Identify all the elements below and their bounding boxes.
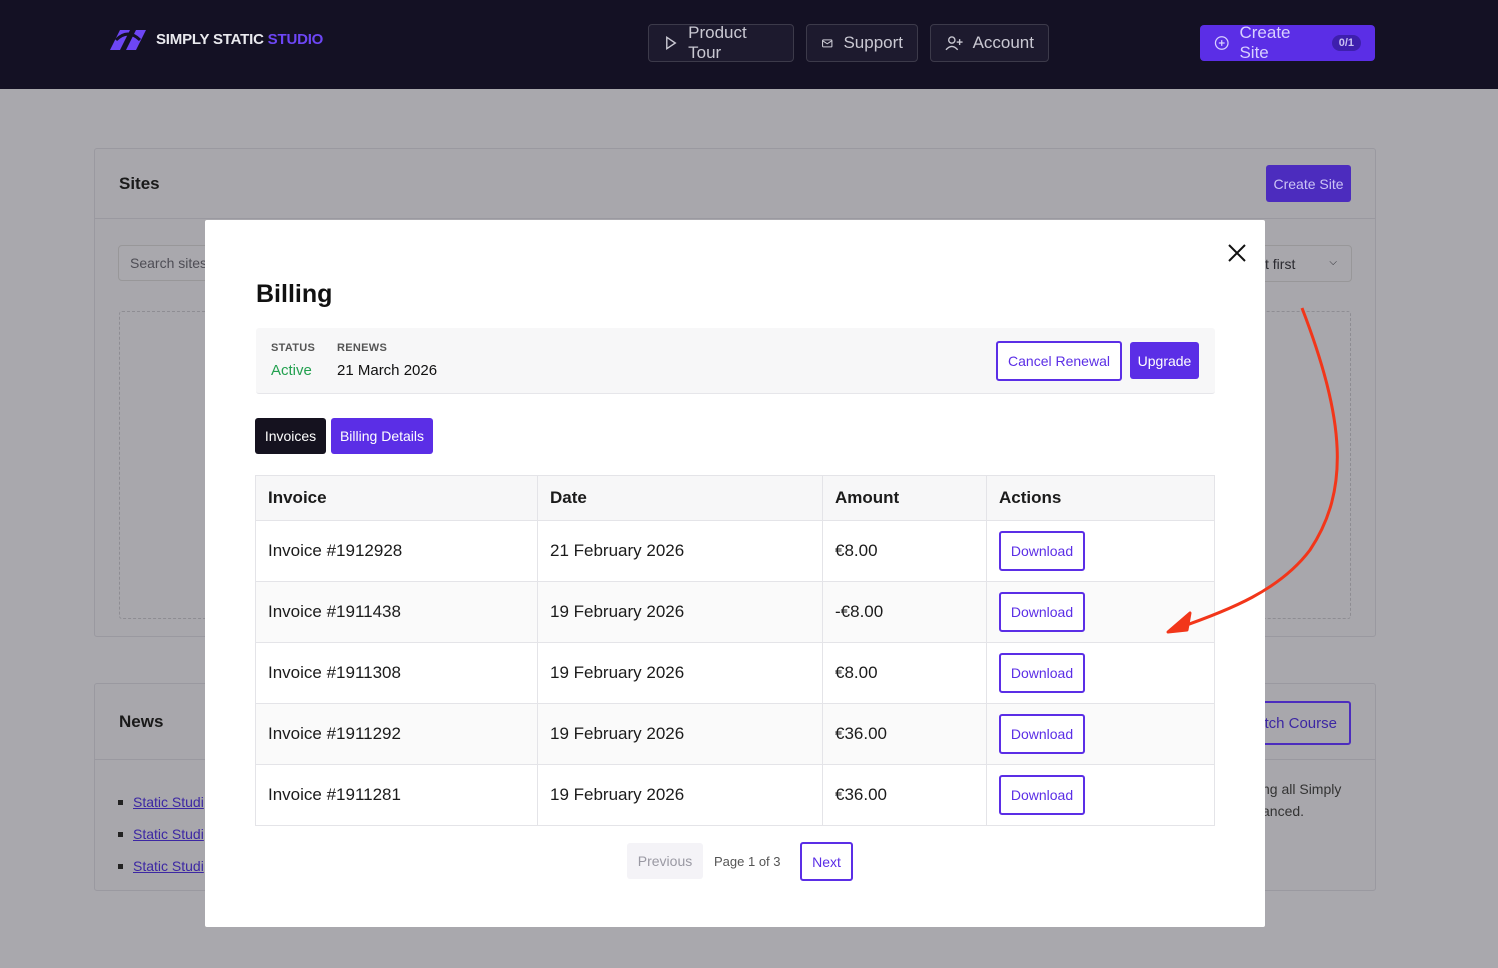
billing-modal: Billing STATUS Active RENEWS 21 March 20…: [205, 220, 1265, 927]
renews-field: RENEWS 21 March 2026: [337, 342, 437, 379]
date-cell: 21 February 2026: [537, 520, 823, 582]
tab-billing-details[interactable]: Billing Details: [331, 418, 433, 454]
site-count-badge: 0/1: [1331, 35, 1361, 51]
close-icon[interactable]: [1226, 242, 1248, 264]
subscription-status-panel: STATUS Active RENEWS 21 March 2026 Cance…: [256, 328, 1215, 394]
renews-value: 21 March 2026: [337, 362, 438, 379]
invoice-cell: Invoice #1911438: [255, 581, 538, 643]
download-button[interactable]: Download: [999, 653, 1085, 693]
amount-cell: -€8.00: [822, 581, 987, 643]
renews-label: RENEWS: [337, 342, 388, 354]
news-description: ng all Simply anced.: [1262, 778, 1341, 822]
amount-cell: €8.00: [822, 642, 987, 704]
news-item: Static Studi: [118, 818, 204, 850]
invoice-cell: Invoice #1911308: [255, 642, 538, 704]
table-row: Invoice #1912928 21 February 2026 €8.00 …: [255, 520, 1215, 582]
news-link[interactable]: Static Studi: [133, 826, 204, 842]
news-text-line: anced.: [1262, 803, 1305, 819]
chevron-down-icon: ⌵: [1329, 257, 1337, 268]
sort-value: t first: [1265, 255, 1296, 272]
invoice-cell: Invoice #1911281: [255, 764, 538, 826]
modal-title: Billing: [256, 280, 333, 308]
status-value: Active: [271, 362, 312, 379]
support-label: Support: [843, 33, 903, 52]
download-button[interactable]: Download: [999, 531, 1085, 571]
next-page-button[interactable]: Next: [800, 842, 853, 881]
amount-cell: €36.00: [822, 703, 987, 765]
plus-circle-icon: [1214, 36, 1229, 50]
page-indicator: Page 1 of 3: [714, 854, 781, 869]
news-list: Static Studi Static Studi Static Studi: [118, 786, 204, 882]
previous-page-button[interactable]: Previous: [627, 843, 703, 879]
actions-cell: Download: [986, 703, 1215, 765]
news-text-line: ng all Simply: [1262, 781, 1342, 797]
user-plus-icon: [945, 36, 963, 51]
table-row: Invoice #1911292 19 February 2026 €36.00…: [255, 703, 1215, 765]
logo-mark-icon: [110, 30, 146, 50]
tab-invoices[interactable]: Invoices: [255, 418, 326, 454]
account-label: Account: [972, 33, 1034, 52]
news-link[interactable]: Static Studi: [133, 858, 204, 874]
date-cell: 19 February 2026: [537, 642, 823, 704]
annotation-arrow-icon: [1166, 307, 1339, 634]
create-site-button[interactable]: Create Site: [1266, 165, 1351, 202]
news-item: Static Studi: [118, 786, 204, 818]
news-link[interactable]: Static Studi: [133, 794, 204, 810]
status-field: STATUS Active: [271, 342, 315, 379]
amount-cell: €36.00: [822, 764, 987, 826]
date-cell: 19 February 2026: [537, 581, 823, 643]
column-header-invoice: Invoice: [255, 475, 538, 521]
mail-icon: [822, 39, 833, 48]
news-item: Static Studi: [118, 850, 204, 882]
download-button[interactable]: Download: [999, 714, 1085, 754]
download-button[interactable]: Download: [999, 592, 1085, 632]
logo-text: SIMPLY STATIC STUDIO: [156, 30, 324, 48]
logo[interactable]: SIMPLY STATIC STUDIO: [106, 26, 323, 52]
download-button[interactable]: Download: [999, 775, 1085, 815]
status-label: STATUS: [271, 342, 316, 354]
table-row: Invoice #1911281 19 February 2026 €36.00…: [255, 764, 1215, 826]
table-header-row: Invoice Date Amount Actions: [255, 475, 1215, 521]
table-row: Invoice #1911308 19 February 2026 €8.00 …: [255, 642, 1215, 704]
support-button[interactable]: Support: [806, 24, 918, 62]
cancel-renewal-button[interactable]: Cancel Renewal: [996, 341, 1122, 381]
sites-card-title: Sites: [95, 149, 1375, 219]
account-button[interactable]: Account: [930, 24, 1049, 62]
product-tour-label: Product Tour: [688, 23, 747, 62]
invoice-cell: Invoice #1911292: [255, 703, 538, 765]
invoice-cell: Invoice #1912928: [255, 520, 538, 582]
date-cell: 19 February 2026: [537, 703, 823, 765]
amount-cell: €8.00: [822, 520, 987, 582]
invoices-table: Invoice Date Amount Actions Invoice #191…: [255, 475, 1215, 826]
actions-cell: Download: [986, 764, 1215, 826]
date-cell: 19 February 2026: [537, 764, 823, 826]
table-row: Invoice #1911438 19 February 2026 -€8.00…: [255, 581, 1215, 643]
create-site-label: Create Site: [1239, 23, 1291, 62]
column-header-amount: Amount: [822, 475, 987, 521]
actions-cell: Download: [986, 642, 1215, 704]
product-tour-button[interactable]: Product Tour: [648, 23, 794, 62]
play-icon: [666, 36, 677, 50]
top-navigation: SIMPLY STATIC STUDIO Product Tour Suppor…: [0, 0, 1498, 89]
create-site-nav-button[interactable]: Create Site 0/1: [1200, 23, 1375, 62]
column-header-date: Date: [537, 475, 823, 521]
